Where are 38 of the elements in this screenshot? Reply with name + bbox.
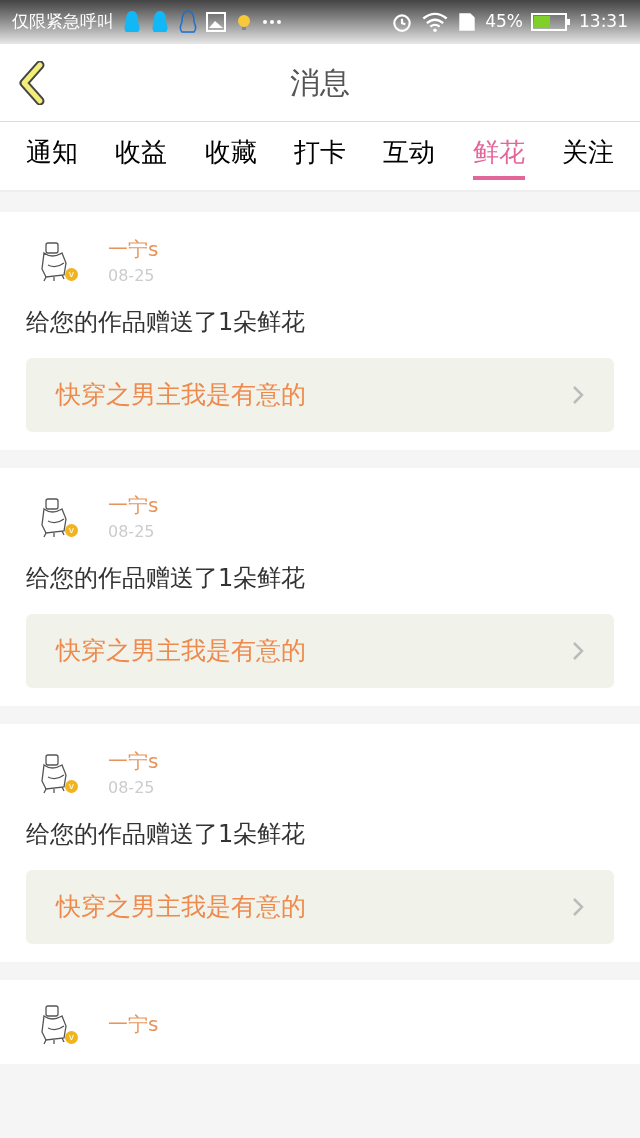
user-name[interactable]: 一宁s [108,490,159,520]
sim-card-icon [457,11,478,33]
penguin-icon [150,10,170,34]
work-link[interactable]: 快穿之男主我是有意的 [26,358,614,432]
tab[interactable]: 打卡 [294,132,346,180]
battery-percent: 45% [485,10,523,34]
verified-badge: v [65,268,78,281]
verified-badge: v [65,780,78,793]
message-text: 给您的作品赠送了1朵鲜花 [26,307,307,338]
image-icon [206,12,226,32]
user-name[interactable]: 一宁s [108,746,159,776]
tab[interactable]: 关注 [561,132,614,180]
work-link[interactable]: 快穿之男主我是有意的 [26,614,614,688]
tab[interactable]: 通知 [26,132,78,180]
work-link[interactable]: 快穿之男主我是有意的 [26,870,614,944]
verified-badge: v [65,1031,78,1044]
clock-time: 13:31 [579,10,628,34]
page-title: 消息 [290,64,350,102]
message-text: 给您的作品赠送了1朵鲜花 [26,819,307,850]
user-name[interactable]: 一宁s [108,1009,159,1039]
back-icon[interactable] [18,60,46,105]
tab[interactable]: 收益 [115,132,168,180]
tab[interactable]: 收藏 [204,132,257,180]
message-text: 给您的作品赠送了1朵鲜花 [26,563,307,594]
verified-badge: v [65,524,78,537]
penguin-icon [178,10,198,34]
chevron-icon [572,641,584,661]
tab[interactable]: 鲜花 [472,132,525,180]
chevron-icon [572,897,584,917]
more-icon [262,19,282,25]
tab[interactable]: 互动 [383,132,436,180]
user-name[interactable]: 一宁s [108,234,159,264]
chevron-icon [572,385,584,405]
alarm-icon [391,11,414,33]
carrier-text: 仅限紧急呼叫 [12,10,114,34]
penguin-icon [122,10,142,34]
wifi-icon [421,11,450,33]
battery-icon [531,12,571,32]
